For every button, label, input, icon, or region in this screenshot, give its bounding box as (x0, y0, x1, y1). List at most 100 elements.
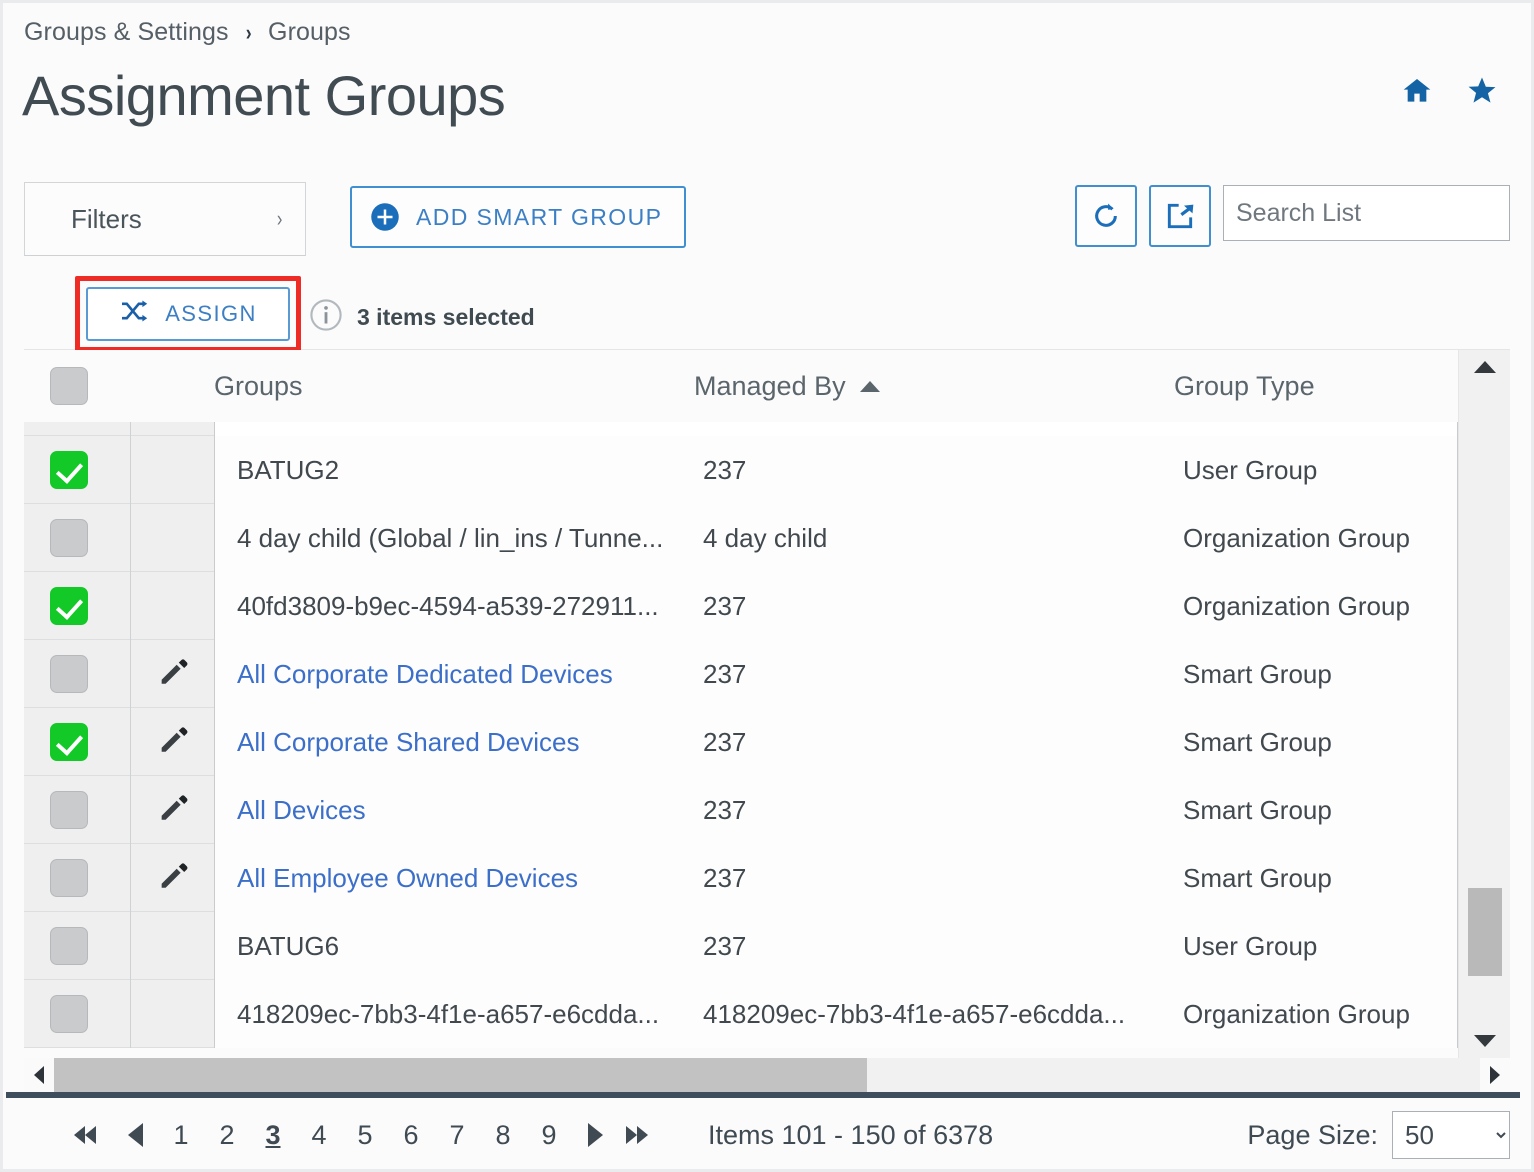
page-number-1[interactable]: 1 (158, 1109, 204, 1161)
table-row[interactable]: All Corporate Shared Devices 237 Smart Gro… (24, 707, 1458, 776)
row-checkbox[interactable] (50, 858, 88, 897)
page-size-select[interactable]: 102050100 (1392, 1111, 1510, 1159)
column-divider (130, 422, 131, 436)
horizontal-scroll-track[interactable] (54, 1058, 1480, 1092)
vertical-scroll-thumb[interactable] (1468, 888, 1502, 976)
filters-tab[interactable]: Filters › (24, 182, 306, 256)
page-number-3[interactable]: 3 (250, 1109, 296, 1161)
row-checkbox[interactable] (50, 926, 88, 965)
previous-page-button[interactable] (112, 1109, 158, 1161)
page-number-6[interactable]: 6 (388, 1109, 434, 1161)
row-checkbox[interactable] (50, 790, 88, 829)
table-row[interactable]: All Employee Owned Devices 237 Smart Group (24, 843, 1458, 912)
horizontal-scrollbar[interactable] (24, 1058, 1510, 1092)
refresh-icon[interactable] (1075, 185, 1137, 247)
cell-managed-by: 237 (703, 590, 747, 621)
page-number-2[interactable]: 2 (204, 1109, 250, 1161)
row-edit-cell (130, 435, 214, 504)
column-header-managed-by-label: Managed By (694, 370, 846, 401)
home-icon[interactable] (1400, 75, 1434, 107)
cell-group-type: Organization Group (1183, 998, 1410, 1029)
cell-group-name: 40fd3809-b9ec-4594-a539-272911... (237, 590, 659, 621)
first-page-button[interactable] (66, 1109, 112, 1161)
scroll-down-icon[interactable] (1459, 1024, 1511, 1058)
row-checkbox-cell (24, 790, 130, 829)
edit-pencil-icon[interactable] (156, 790, 190, 829)
page-title: Assignment Groups (22, 64, 506, 127)
partial-row-data (214, 422, 1458, 436)
row-edit-cell[interactable] (130, 707, 214, 776)
row-checkbox-cell (24, 722, 130, 761)
table-row[interactable]: 418209ec-7bb3-4f1e-a657-e6cdda... 418209e… (24, 979, 1458, 1048)
cell-group-name[interactable]: All Corporate Dedicated Devices (215, 659, 703, 690)
cell-group-name[interactable]: All Corporate Shared Devices (215, 727, 703, 758)
row-edit-cell[interactable] (130, 843, 214, 912)
chevron-right-icon: › (276, 206, 283, 231)
table-row[interactable]: All Corporate Dedicated Devices 237 Smart … (24, 639, 1458, 708)
column-header-group-type[interactable]: Group Type (1174, 371, 1474, 402)
cell-group-name[interactable]: All Devices (215, 795, 703, 826)
row-checkbox[interactable] (50, 722, 88, 761)
last-page-button[interactable] (618, 1109, 664, 1161)
next-page-button[interactable] (572, 1109, 618, 1161)
table-row[interactable]: 4 day child (Global / lin_ins / Tunne...… (24, 503, 1458, 572)
vertical-scrollbar[interactable] (1458, 350, 1510, 1058)
table-row[interactable]: All Devices 237 Smart Group (24, 775, 1458, 844)
select-all-checkbox[interactable] (50, 367, 88, 405)
page-number-4[interactable]: 4 (296, 1109, 342, 1161)
row-edit-cell[interactable] (130, 639, 214, 708)
scroll-up-icon[interactable] (1459, 350, 1511, 384)
column-header-groups[interactable]: Groups (214, 371, 694, 402)
horizontal-scroll-thumb[interactable] (54, 1058, 867, 1092)
cell-managed-by: 237 (703, 658, 747, 689)
toolbar-right-actions (1075, 185, 1510, 247)
cell-group-name: BATUG6 (237, 930, 340, 961)
row-checkbox[interactable] (50, 994, 88, 1033)
row-edit-cell (130, 503, 214, 572)
cell-group-type: User Group (1183, 454, 1318, 485)
star-icon[interactable] (1464, 74, 1500, 108)
edit-pencil-icon[interactable] (156, 654, 190, 693)
row-data: All Corporate Shared Devices 237 Smart Gro… (214, 708, 1458, 776)
assign-button[interactable]: ASSIGN (86, 287, 290, 341)
shuffle-icon (119, 299, 149, 329)
footer-divider (6, 1092, 1520, 1098)
edit-pencil-icon[interactable] (156, 722, 190, 761)
row-data: All Corporate Dedicated Devices 237 Smart … (214, 640, 1458, 708)
row-edit-cell[interactable] (130, 775, 214, 844)
page-number-9[interactable]: 9 (526, 1109, 572, 1161)
cell-group-type: Organization Group (1183, 590, 1410, 621)
breadcrumb-current[interactable]: Groups (268, 18, 351, 47)
row-checkbox-cell (24, 450, 130, 489)
breadcrumb-separator-icon: › (245, 19, 252, 45)
table-row[interactable]: BATUG2 237 User Group (24, 435, 1458, 504)
column-header-managed-by[interactable]: Managed By (694, 371, 1174, 402)
sort-ascending-icon (859, 380, 880, 392)
row-checkbox[interactable] (50, 654, 88, 693)
scroll-left-icon[interactable] (24, 1066, 54, 1084)
row-checkbox[interactable] (50, 586, 88, 625)
cell-group-name[interactable]: All Employee Owned Devices (215, 863, 703, 894)
table-row[interactable]: BATUG6 237 User Group (24, 911, 1458, 980)
title-actions (1400, 74, 1500, 108)
export-icon[interactable] (1149, 185, 1211, 247)
page-number-8[interactable]: 8 (480, 1109, 526, 1161)
cell-group-type: Smart Group (1183, 726, 1332, 757)
cell-group-type: Smart Group (1183, 658, 1332, 689)
scroll-right-icon[interactable] (1480, 1066, 1510, 1084)
row-checkbox[interactable] (50, 518, 88, 557)
pagination: 123456789 Items 101 - 150 of 6378 Page S… (24, 1102, 1510, 1168)
page-number-7[interactable]: 7 (434, 1109, 480, 1161)
edit-pencil-icon[interactable] (156, 858, 190, 897)
table-row[interactable]: 40fd3809-b9ec-4594-a539-272911... 237 Orga… (24, 571, 1458, 640)
select-all-checkbox-cell (24, 367, 214, 405)
breadcrumb-parent[interactable]: Groups & Settings (24, 18, 229, 47)
add-smart-group-button[interactable]: ADD SMART GROUP (350, 186, 687, 248)
search-input[interactable] (1223, 185, 1510, 241)
selected-count-label: 3 items selected (357, 304, 535, 330)
add-smart-group-label: ADD SMART GROUP (416, 203, 663, 230)
page-number-5[interactable]: 5 (342, 1109, 388, 1161)
row-checkbox[interactable] (50, 450, 88, 489)
cell-group-type: Smart Group (1183, 794, 1332, 825)
row-checkbox-cell (24, 518, 130, 557)
